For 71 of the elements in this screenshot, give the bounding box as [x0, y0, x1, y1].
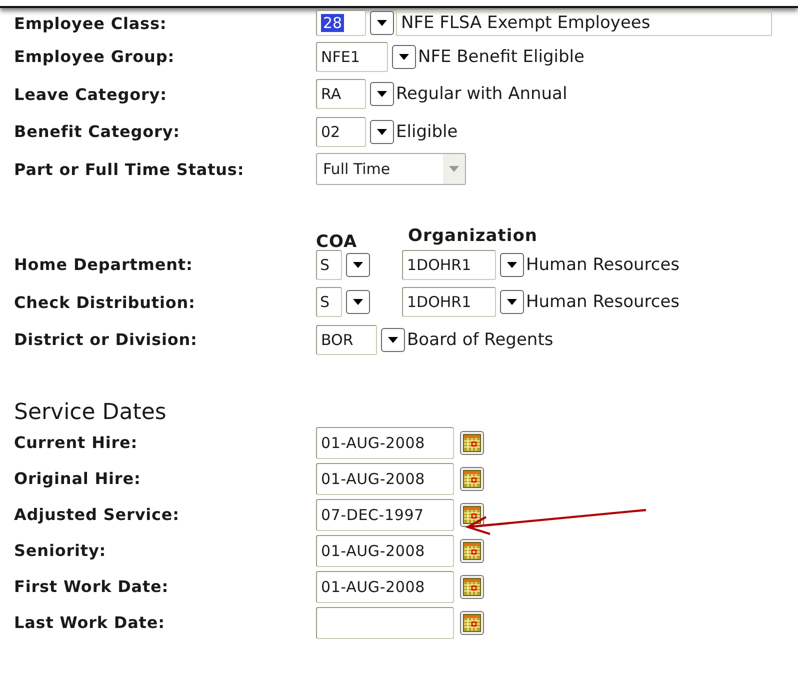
description-text: Human Resources [526, 254, 680, 275]
field-label: Employee Class: [14, 14, 168, 32]
date-field[interactable]: 01-AUG-2008 [316, 534, 454, 566]
field-label: Leave Category: [14, 84, 168, 104]
organization-field[interactable]: 1DOHR1 [402, 250, 496, 280]
field-label: Adjusted Service: [14, 505, 180, 524]
date-field[interactable]: 01-AUG-2008 [316, 570, 454, 602]
section-title: Service Dates [14, 398, 168, 424]
coa-field[interactable]: S [316, 250, 342, 280]
dropdown-button[interactable] [500, 252, 524, 277]
status-select[interactable]: Full Time [316, 153, 466, 186]
dropdown-button[interactable] [346, 252, 370, 277]
calendar-icon [463, 434, 481, 452]
calendar-button[interactable] [460, 574, 484, 598]
field-label: Original Hire: [14, 469, 142, 488]
caret-icon [353, 262, 363, 268]
dropdown-button[interactable] [500, 290, 524, 314]
field-label: District or Division: [14, 330, 198, 350]
date-field[interactable]: 01-AUG-2008 [316, 462, 454, 494]
calendar-icon [463, 470, 481, 488]
dropdown-button[interactable] [370, 120, 394, 144]
code-field[interactable]: NFE1 [316, 42, 388, 72]
dropdown-button[interactable] [346, 290, 370, 314]
calendar-button[interactable] [460, 430, 484, 454]
field-label: First Work Date: [14, 577, 170, 596]
date-field[interactable] [316, 606, 454, 638]
code-field[interactable]: 28 [316, 10, 366, 36]
date-field[interactable]: 07-DEC-1997 [316, 498, 454, 530]
caret-icon [377, 20, 387, 26]
description-text: Human Resources [526, 292, 680, 312]
field-label: Current Hire: [14, 433, 139, 452]
calendar-icon [463, 506, 481, 524]
date-field[interactable]: 01-AUG-2008 [316, 426, 454, 458]
description-text: Board of Regents [407, 330, 554, 350]
caret-icon [507, 299, 517, 306]
calendar-icon [463, 542, 481, 560]
code-field[interactable]: RA [316, 79, 366, 110]
dropdown-button[interactable] [381, 328, 405, 352]
dropdown-button[interactable] [392, 44, 416, 69]
caret-icon [399, 54, 409, 60]
calendar-icon [463, 578, 481, 596]
field-label: Check Distribution: [14, 292, 196, 312]
field-label: Seniority: [14, 541, 108, 560]
caret-icon [388, 336, 398, 343]
dropdown-button[interactable] [370, 82, 394, 106]
caret-icon [449, 166, 459, 172]
caret-icon [353, 299, 363, 306]
field-label: Benefit Category: [14, 122, 181, 142]
caret-icon [507, 262, 517, 268]
code-field[interactable]: BOR [316, 324, 377, 355]
field-label: Employee Group: [14, 47, 176, 66]
description-text: Regular with Annual [396, 84, 568, 104]
field-label: Part or Full Time Status: [14, 160, 246, 179]
organization-field[interactable]: 1DOHR1 [402, 287, 496, 318]
field-label: Last Work Date: [14, 613, 166, 632]
description-field: NFE FLSA Exempt Employees [396, 10, 772, 36]
description-text: NFE Benefit Eligible [418, 46, 584, 67]
coa-field[interactable]: S [316, 287, 342, 318]
field-label: Home Department: [14, 255, 194, 274]
code-field[interactable]: 02 [316, 116, 366, 147]
calendar-button[interactable] [460, 610, 484, 634]
calendar-button[interactable] [460, 502, 484, 526]
description-text: Eligible [396, 122, 458, 142]
caret-icon [377, 128, 387, 135]
calendar-button[interactable] [460, 466, 484, 490]
column-header: Organization [408, 226, 538, 246]
caret-icon [377, 91, 387, 98]
calendar-button[interactable] [460, 538, 484, 562]
column-header: COA [315, 232, 358, 252]
dropdown-button[interactable] [370, 11, 394, 35]
calendar-icon [463, 614, 481, 632]
